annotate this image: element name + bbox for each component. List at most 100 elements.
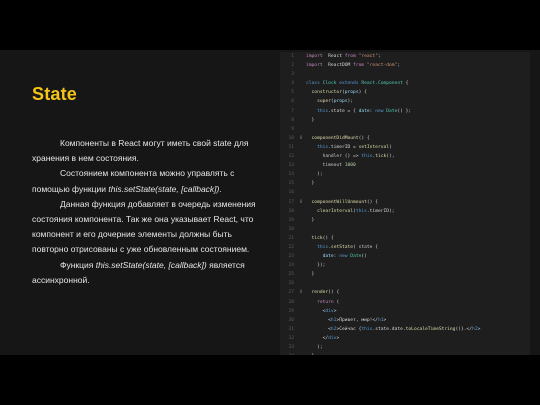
line-number: 31	[288, 326, 294, 332]
line-number: 10	[288, 135, 294, 141]
code-token: import	[306, 54, 323, 59]
code-content: constructor(props) {	[306, 88, 367, 97]
code-line: 15 }	[280, 179, 530, 188]
code-token: (	[389, 144, 392, 150]
code-line: 28 return (	[280, 298, 530, 307]
code-line: 29 <div>	[280, 307, 530, 316]
line-number: 34	[280, 352, 296, 355]
line-number: 18	[288, 208, 294, 214]
line-number: 8	[291, 117, 294, 123]
code-content: clearInterval(this.timerID);	[306, 207, 395, 216]
code-line: 1 import React from "react";	[280, 52, 530, 61]
code-token: }	[306, 354, 315, 355]
code-content: }	[306, 270, 315, 279]
gutter-marker	[296, 261, 306, 270]
code-line: 7 this.state = { date: new Date() };	[280, 107, 530, 116]
code-line: 16	[280, 188, 530, 197]
code-line: 33 );	[280, 343, 530, 352]
code-token: .state = {	[328, 108, 359, 114]
line-number: 27	[288, 290, 294, 296]
paragraph-2-code: this.setState(state, [callback])	[108, 183, 220, 194]
code-token: new	[375, 108, 384, 114]
line-number: 29	[288, 308, 294, 314]
gutter-marker: 8	[299, 135, 303, 141]
code-token: this	[306, 244, 329, 250]
code-line: 2 import ReactDOM from "react-dom";	[280, 61, 530, 70]
code-token: .timerID =	[328, 144, 359, 150]
code-line: 10 8 componentDidMount() {	[280, 134, 530, 143]
code-content: timeout 1000	[306, 161, 356, 170]
code-token: >Привет, мир!</	[336, 317, 378, 323]
code-token: new	[339, 254, 348, 260]
code-token: tick	[306, 235, 323, 241]
line-number: 11	[288, 144, 294, 150]
slide-body: Компоненты в React могут иметь свой stat…	[32, 136, 268, 288]
paragraph-3: Данная функция добавляет в очередь измен…	[32, 198, 256, 255]
paragraph-2: Состоянием компонента можно управлять с …	[32, 166, 268, 196]
code-token: "react-dom"	[364, 63, 398, 69]
gutter-marker	[296, 97, 306, 106]
code-line: 9	[280, 125, 530, 134]
gutter-marker: 8	[299, 290, 303, 296]
gutter-marker	[296, 116, 306, 125]
code-token: div	[325, 308, 334, 314]
gutter-marker	[296, 52, 306, 61]
code-content: import ReactDOM from "react-dom";	[306, 61, 400, 70]
code-line: 34 }	[280, 352, 530, 355]
line-number: 22	[288, 244, 294, 250]
code-content: this.state = { date: new Date() };	[306, 107, 411, 116]
code-token: >	[383, 317, 387, 323]
line-number: 30	[288, 317, 294, 323]
line-number: 4	[291, 81, 294, 87]
gutter-marker	[296, 61, 306, 70]
code-token: () };	[397, 108, 412, 114]
gutter-marker	[296, 298, 306, 307]
gutter-marker	[296, 179, 306, 188]
line-number: 20	[288, 226, 294, 232]
line-number: 16	[288, 190, 294, 196]
code-token: ) {	[358, 90, 367, 96]
line-number: 15	[288, 181, 294, 187]
code-line: 25 }	[280, 270, 530, 279]
code-line: 12 handler () => this.tick(),	[280, 152, 530, 161]
code-token: () {	[322, 235, 334, 241]
code-token: >	[333, 308, 337, 314]
code-token: {	[372, 244, 378, 250]
code-token: this	[361, 326, 373, 332]
code-line: 23 date: new Date()	[280, 252, 530, 261]
code-content: </div>	[306, 334, 340, 343]
gutter-marker	[296, 279, 306, 288]
code-token: timeout	[306, 163, 342, 169]
gutter-marker	[296, 207, 306, 216]
code-token: (	[333, 299, 340, 305]
code-line: 19 }	[280, 216, 530, 225]
gutter-marker	[296, 125, 306, 134]
code-token: React	[322, 54, 345, 59]
code-token: </	[306, 335, 329, 341]
code-token: clearInterval	[306, 208, 354, 214]
paragraph-4-before: Функция	[60, 259, 96, 270]
gutter-marker	[296, 352, 306, 355]
line-number: 23	[288, 254, 294, 260]
code-token: "react"	[355, 54, 378, 59]
gutter-marker	[296, 225, 306, 234]
code-token: class	[306, 81, 320, 87]
gutter-marker	[296, 234, 306, 243]
code-token: >	[477, 326, 481, 332]
code-token: this	[306, 108, 329, 114]
gutter-marker	[296, 343, 306, 352]
code-token: () {	[328, 290, 340, 296]
code-line: 26	[280, 279, 530, 288]
code-content: }	[306, 216, 315, 225]
gutter-marker	[296, 143, 306, 152]
code-token: 1000	[341, 163, 356, 169]
code-token: () =>	[341, 154, 362, 160]
line-number: 2	[291, 63, 294, 69]
code-line: 13 timeout 1000	[280, 161, 530, 170]
line-number: 26	[288, 281, 294, 287]
gutter-marker	[296, 325, 306, 334]
code-line: 27 8 render() {	[280, 288, 530, 297]
code-token: import	[306, 63, 323, 69]
code-token: }	[306, 181, 315, 187]
code-content: super(props);	[306, 97, 353, 106]
